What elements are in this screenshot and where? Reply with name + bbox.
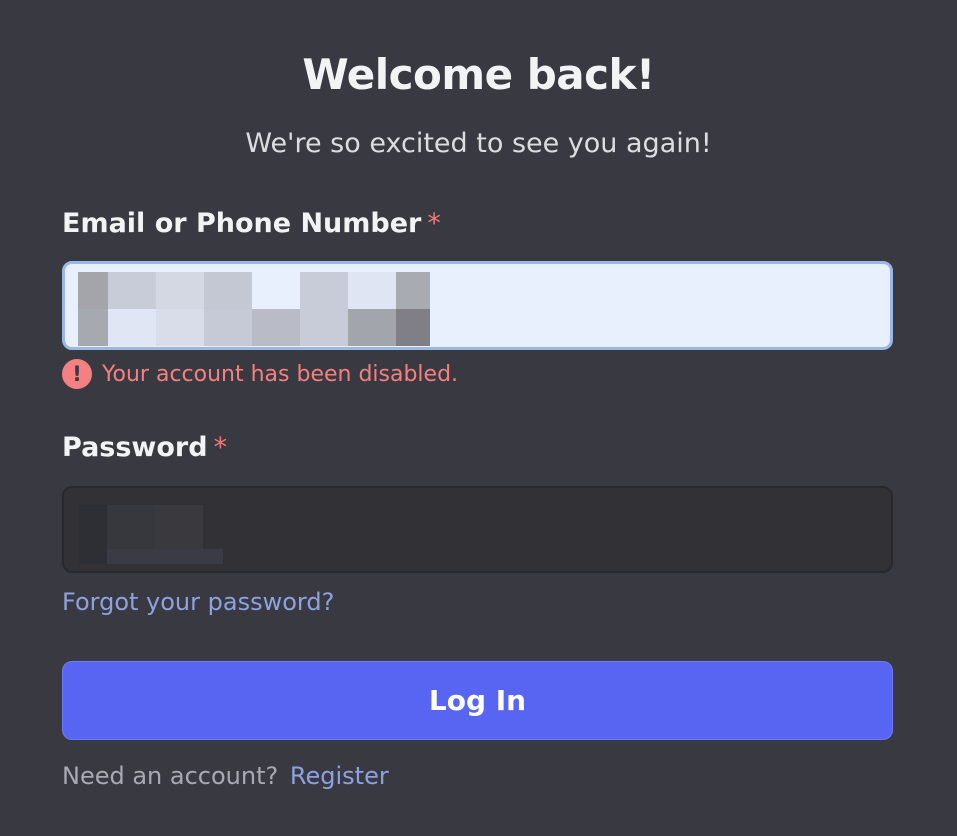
password-label: Password * (62, 432, 227, 463)
email-error-text: Your account has been disabled. (102, 361, 459, 387)
register-row: Need an account? Register (62, 762, 389, 790)
email-input[interactable] (62, 261, 893, 350)
register-link[interactable]: Register (290, 762, 389, 790)
login-page: Welcome back! We're so excited to see yo… (0, 0, 957, 836)
password-label-text: Password (62, 432, 208, 463)
password-required-mark: * (213, 432, 228, 463)
exclamation-circle-icon: ! (62, 359, 92, 389)
redacted-password-value (79, 505, 223, 564)
email-error-message: ! Your account has been disabled. (62, 358, 458, 390)
page-subtitle: We're so excited to see you again! (245, 128, 712, 159)
redacted-email-value (78, 272, 430, 346)
page-title: Welcome back! (302, 50, 655, 99)
password-input[interactable] (62, 486, 893, 573)
email-label-text: Email or Phone Number (62, 208, 422, 239)
email-required-mark: * (427, 208, 441, 239)
email-label: Email or Phone Number * (62, 208, 441, 239)
need-account-text: Need an account? (62, 762, 279, 790)
forgot-password-link[interactable]: Forgot your password? (62, 588, 334, 616)
login-button[interactable]: Log In (62, 661, 893, 740)
